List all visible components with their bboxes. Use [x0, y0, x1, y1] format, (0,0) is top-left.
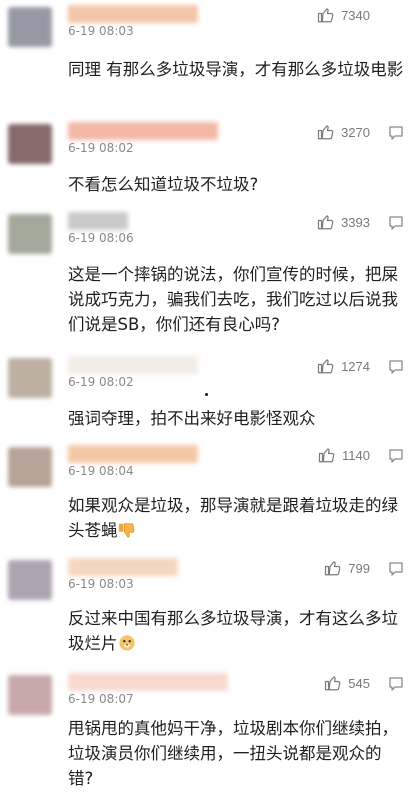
thumbs-up-icon — [317, 215, 334, 230]
comment-time: 6-19 08:02 — [68, 141, 134, 155]
avatar[interactable] — [8, 124, 52, 164]
comment-text: 这是一个摔锅的说法，你们宣传的时候，把屎说成巧克力，骗我们去吃，我们吃过以后说我… — [68, 265, 398, 334]
thumbs-up-icon — [325, 561, 341, 576]
comment-text: 不看怎么知道垃圾不垃圾? — [68, 175, 259, 194]
like-count: 1274 — [341, 358, 370, 374]
comment-time: 6-19 08:03 — [68, 24, 134, 38]
username-blurred[interactable] — [68, 122, 218, 140]
thumbs-up-icon — [317, 359, 334, 374]
like-count: 3393 — [341, 214, 370, 230]
like-count: 545 — [348, 675, 370, 691]
thumbs-up-icon — [317, 8, 334, 23]
avatar[interactable] — [8, 214, 52, 254]
thumbs-up-icon — [318, 448, 335, 463]
comment-time: 6-19 08:07 — [68, 692, 134, 706]
like-button[interactable]: 799 — [324, 559, 370, 577]
thumbs-down-emoji-icon — [118, 523, 134, 538]
doge-emoji-icon — [118, 635, 135, 651]
like-count: 7340 — [341, 7, 370, 23]
thumbs-up-icon — [325, 676, 341, 691]
like-button[interactable]: 3393 — [317, 213, 370, 231]
like-button[interactable]: 545 — [324, 674, 370, 692]
comment-text: 强词夺理，拍不出来好电影怪观众 — [68, 409, 316, 428]
avatar[interactable] — [8, 675, 52, 715]
comment-text: 同理 有那么多垃圾导演，才有那么多垃圾电影 — [68, 60, 404, 79]
comment-text: 甩锅甩的真他妈干净，垃圾剧本你们继续拍，垃圾演员你们继续用，一扭头说都是观众的错… — [68, 719, 398, 788]
reply-icon[interactable] — [388, 561, 404, 577]
like-button[interactable]: 1140 — [318, 446, 370, 464]
stray-dot — [205, 393, 208, 396]
username-blurred[interactable] — [68, 673, 228, 691]
comment-text: 反过来中国有那么多垃圾导演，才有这么多垃圾烂片 — [68, 606, 404, 656]
like-count: 799 — [348, 560, 370, 576]
reply-icon[interactable] — [388, 448, 404, 464]
like-button[interactable]: 1274 — [317, 357, 370, 375]
username-blurred[interactable] — [68, 5, 198, 23]
comment-time: 6-19 08:06 — [68, 231, 134, 245]
avatar[interactable] — [8, 358, 52, 398]
username-blurred[interactable] — [68, 445, 198, 463]
username-blurred[interactable] — [68, 558, 178, 576]
comment-time: 6-19 08:02 — [68, 375, 134, 389]
comment-time: 6-19 08:03 — [68, 577, 134, 591]
username-blurred[interactable] — [68, 356, 198, 374]
thumbs-up-icon — [317, 125, 334, 140]
username-blurred[interactable] — [68, 212, 128, 230]
comment-text: 如果观众是垃圾，那导演就是跟着垃圾走的绿头苍蝇 — [68, 493, 404, 543]
like-count: 3270 — [341, 124, 370, 140]
like-count: 1140 — [342, 447, 370, 463]
comment-time: 6-19 08:04 — [68, 464, 134, 478]
reply-icon[interactable] — [388, 215, 404, 231]
reply-icon[interactable] — [388, 125, 404, 141]
reply-icon[interactable] — [388, 359, 404, 375]
like-button[interactable]: 3270 — [317, 123, 370, 141]
avatar[interactable] — [8, 560, 52, 600]
reply-icon[interactable] — [388, 676, 404, 692]
like-button[interactable]: 7340 — [317, 6, 370, 24]
avatar[interactable] — [8, 7, 52, 47]
avatar[interactable] — [8, 447, 52, 487]
